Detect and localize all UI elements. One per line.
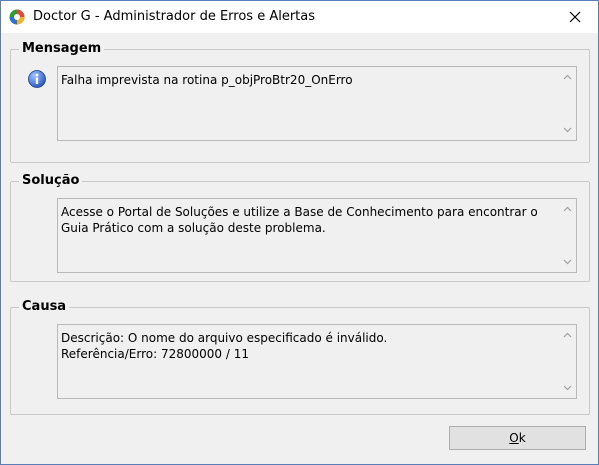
mensagem-textbox[interactable]: Falha imprevista na rotina p_objProBtr20… [57,66,577,141]
solucao-label: Solução [19,173,83,188]
scroll-up-icon[interactable] [563,331,572,340]
causa-label: Causa [19,299,70,314]
causa-scrollbar[interactable] [559,325,576,398]
close-icon [569,11,581,23]
causa-textbox[interactable]: Descrição: O nome do arquivo especificad… [57,324,577,399]
causa-line-descricao: Descrição: O nome do arquivo especificad… [61,331,388,345]
scroll-down-icon[interactable] [563,257,572,266]
causa-text: Descrição: O nome do arquivo especificad… [61,330,550,362]
mensagem-text: Falha imprevista na rotina p_objProBtr20… [61,73,353,87]
info-icon [28,70,46,88]
scroll-up-icon[interactable] [563,205,572,214]
causa-group: Causa Descrição: O nome do arquivo espec… [10,299,590,415]
close-button[interactable] [552,1,598,33]
doctor-g-app-icon [9,9,25,25]
scroll-down-icon[interactable] [563,125,572,134]
window-title: Doctor G - Administrador de Erros e Aler… [33,9,316,24]
scroll-down-icon[interactable] [563,383,572,392]
mensagem-scrollbar[interactable] [559,67,576,140]
mensagem-group: Mensagem Falha imprevista na rotina p_ob… [10,41,590,163]
causa-line-referencia: Referência/Erro: 72800000 / 11 [61,347,249,361]
ok-label-rest: k [518,431,526,445]
ok-button[interactable]: Ok [449,426,586,450]
mensagem-label: Mensagem [19,41,105,56]
title-bar[interactable]: Doctor G - Administrador de Erros e Aler… [1,1,598,33]
solucao-textbox[interactable]: Acesse o Portal de Soluções e utilize a … [57,198,577,273]
ok-mnemonic: O [509,431,519,445]
solucao-scrollbar[interactable] [559,199,576,272]
dialog-window: Doctor G - Administrador de Erros e Aler… [0,0,599,465]
scroll-up-icon[interactable] [563,73,572,82]
solucao-group: Solução Acesse o Portal de Soluções e ut… [10,173,590,282]
solucao-text: Acesse o Portal de Soluções e utilize a … [61,205,538,235]
